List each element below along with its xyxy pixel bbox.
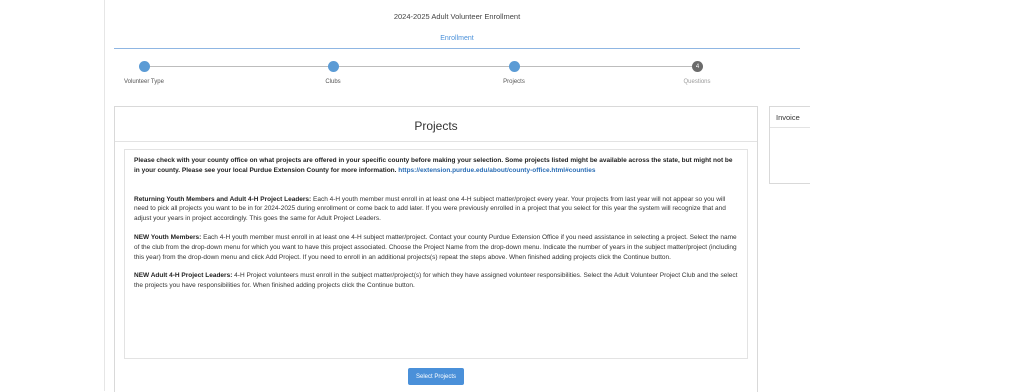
projects-card-title: Projects [414,119,458,133]
step-number: 4 [695,63,700,70]
tab-enrollment[interactable]: Enrollment [114,35,800,42]
step-questions-dot[interactable]: 4 [692,61,703,72]
new-adult-heading: NEW Adult 4-H Project Leaders: [134,272,233,280]
returning-heading: Returning Youth Members and Adult 4-H Pr… [134,195,312,203]
enrollment-title: 2024-2025 Adult Volunteer Enrollment [393,12,521,21]
step-label-projects: Projects [503,79,525,85]
projects-instructions: Please check with your county office on … [134,156,740,291]
new-youth-text: Each 4-H youth member must enroll in at … [134,233,737,261]
invoice-card: Invoice [769,106,810,184]
card-divider [115,141,757,142]
step-label-volunteer-type: Volunteer Type [124,79,164,85]
step-projects-dot[interactable] [509,61,520,72]
select-projects-button[interactable]: Select Projects [408,368,464,385]
step-label-clubs: Clubs [325,79,341,85]
step-clubs-dot[interactable] [328,61,339,72]
invoice-divider [770,127,810,128]
projects-instructions-box: Please check with your county office on … [124,149,748,359]
returning-paragraph: Returning Youth Members and Adult 4-H Pr… [134,195,740,224]
new-youth-paragraph: NEW Youth Members: Each 4-H youth member… [134,233,740,262]
intro-paragraph: Please check with your county office on … [134,156,740,176]
tab-underline [114,48,800,49]
county-office-link[interactable]: https://extension.purdue.edu/about/count… [398,167,595,174]
step-volunteer-type-dot[interactable] [139,61,150,72]
invoice-title: Invoice [776,113,800,122]
progress-track [145,66,695,67]
new-youth-heading: NEW Youth Members: [134,233,202,241]
new-adult-paragraph: NEW Adult 4-H Project Leaders: 4-H Proje… [134,271,740,291]
step-label-questions: Questions [683,79,711,85]
projects-card: Projects Please check with your county o… [114,106,758,392]
page-left-border [104,0,105,391]
